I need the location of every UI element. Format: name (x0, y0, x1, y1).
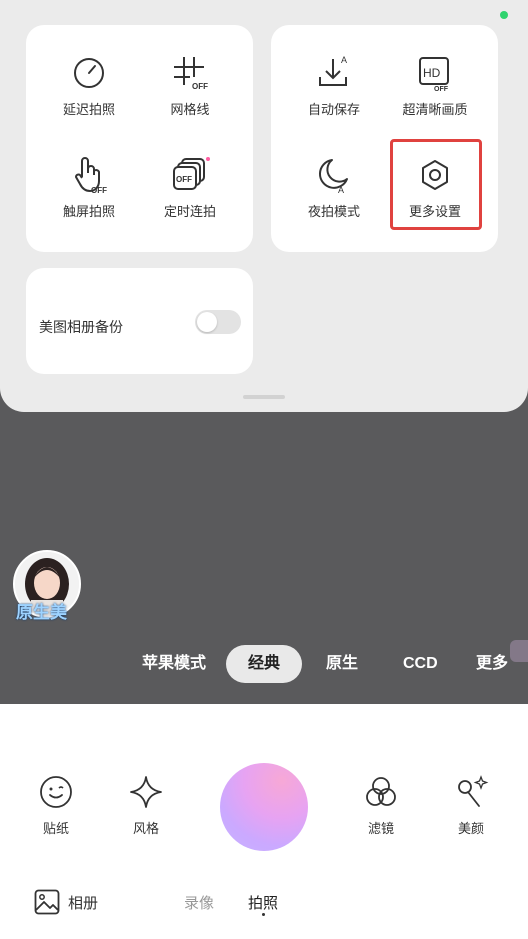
mode-apple[interactable]: 苹果模式 (142, 645, 206, 683)
off-badge: OFF (192, 82, 208, 91)
night-mode-label: 夜拍模式 (307, 204, 360, 219)
touch-shot-label: 触屏拍照 (62, 204, 115, 219)
timer-icon (74, 58, 104, 88)
grid-off-icon: OFF (174, 57, 208, 91)
video-mode-tab[interactable]: 录像 (184, 892, 214, 913)
auto-save-icon: A (319, 55, 347, 86)
stickers-button[interactable]: 贴纸 (26, 774, 86, 838)
album-backup-toggle[interactable] (195, 310, 241, 334)
album-button[interactable]: 相册 (34, 888, 98, 916)
hd-quality-label: 超清晰画质 (402, 102, 468, 117)
avatar-caption: 原生美 (16, 603, 67, 622)
grid-lines-label: 网格线 (170, 102, 210, 117)
beauty-button[interactable]: 美颜 (441, 774, 501, 838)
mode-native[interactable]: 原生 (326, 645, 358, 683)
magic-wand-icon (458, 775, 489, 807)
album-backup-card: 美图相册备份 (26, 268, 253, 374)
beauty-label: 美颜 (457, 821, 484, 836)
hd-badge: HD (423, 66, 441, 80)
shutter-button[interactable] (220, 763, 308, 851)
touch-off-icon: OFF (75, 157, 107, 195)
camera-settings-card: 延迟拍照 OFF 网格线 OFF 触屏拍照 OFF 定时连拍 (26, 25, 253, 252)
burst-timer-label: 定时连拍 (163, 204, 216, 219)
filters-button[interactable]: 滤镜 (351, 774, 411, 838)
active-mode-dot (262, 913, 265, 916)
style-button[interactable]: 风格 (116, 774, 176, 838)
mode-classic[interactable]: 经典 (226, 645, 303, 683)
toggle-knob (197, 312, 217, 332)
off-badge: OFF (91, 186, 107, 195)
a-badge: A (338, 185, 344, 195)
mode-more[interactable]: 更多 (476, 645, 508, 683)
more-indicator (510, 640, 528, 662)
smiley-icon (40, 776, 72, 808)
delay-shot-tile[interactable]: 延迟拍照 (34, 53, 144, 139)
delay-shot-label: 延迟拍照 (62, 102, 115, 117)
album-backup-label: 美图相册备份 (39, 319, 123, 335)
burst-off-icon: OFF (173, 157, 210, 190)
mode-ccd[interactable]: CCD (403, 645, 438, 683)
quick-settings-panel: 延迟拍照 OFF 网格线 OFF 触屏拍照 OFF 定时连拍 A 自动保存 HD… (0, 0, 528, 412)
touch-shot-tile[interactable]: OFF 触屏拍照 (34, 155, 144, 241)
burst-timer-tile[interactable]: OFF 定时连拍 (135, 155, 245, 241)
hd-off-icon: HD OFF (419, 57, 449, 93)
auto-save-label: 自动保存 (307, 102, 360, 117)
highlight-box (390, 139, 482, 230)
night-mode-tile[interactable]: A 夜拍模式 (279, 155, 389, 241)
filters-label: 滤镜 (367, 821, 394, 836)
style-label: 风格 (132, 821, 159, 836)
a-badge: A (341, 55, 347, 65)
sparkle-icon (130, 776, 162, 808)
photo-mode-tab[interactable]: 拍照 (248, 892, 278, 913)
panel-drag-handle[interactable] (243, 395, 285, 399)
grid-lines-tile[interactable]: OFF 网格线 (135, 53, 245, 139)
mode-selector: 苹果模式 经典 原生 CCD 更多 (0, 645, 528, 683)
status-indicator (500, 11, 508, 19)
night-mode-icon: A (319, 159, 348, 195)
hd-quality-tile[interactable]: HD OFF 超清晰画质 (380, 53, 490, 139)
gallery-icon (34, 889, 60, 915)
stickers-label: 贴纸 (42, 821, 69, 836)
album-label: 相册 (68, 894, 99, 912)
off-badge: OFF (176, 175, 192, 184)
auto-save-tile[interactable]: A 自动保存 (279, 53, 389, 139)
filters-icon (366, 777, 396, 806)
off-badge: OFF (434, 86, 449, 93)
